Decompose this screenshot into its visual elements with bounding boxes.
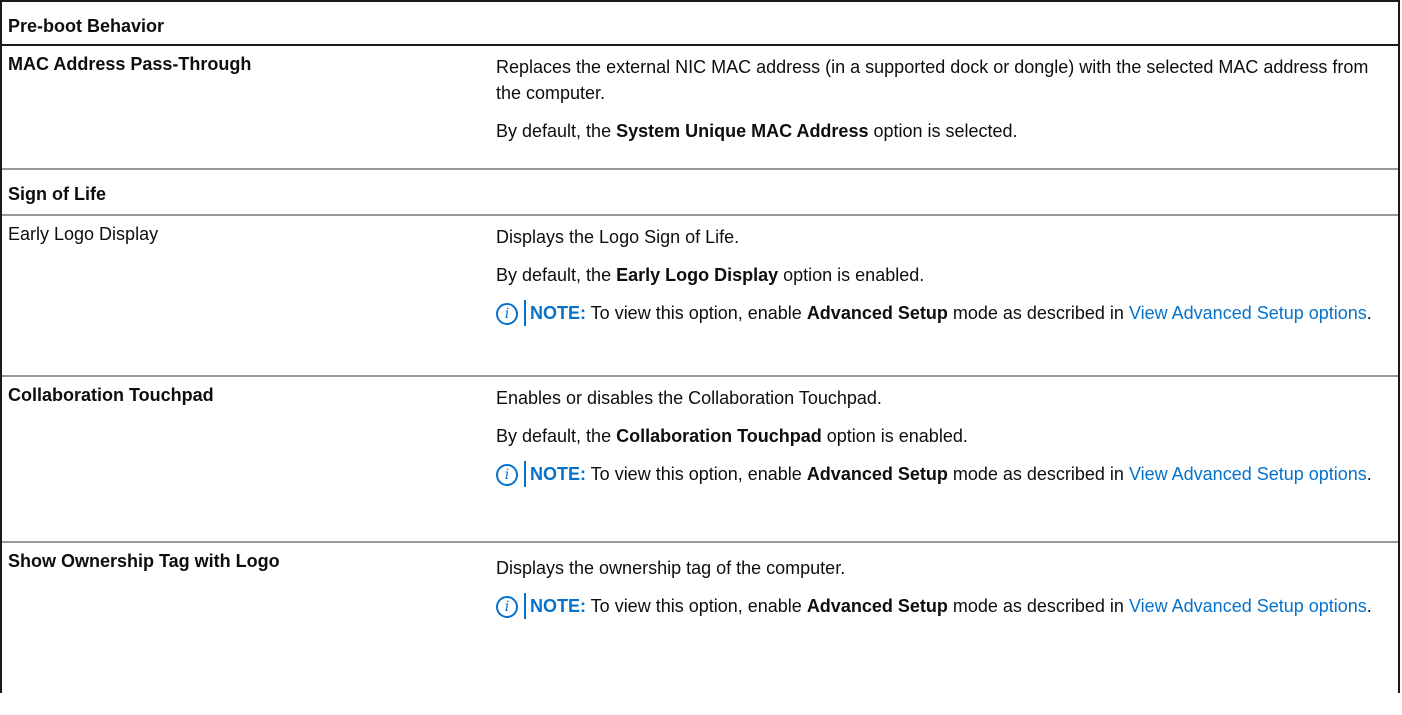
description-text: Displays the Logo Sign of Life. xyxy=(496,227,740,247)
note-text: NOTE: To view this option, enable Advanc… xyxy=(524,593,1372,619)
table-row-early-logo-display: Early Logo Display Displays the Logo Sig… xyxy=(2,216,1398,377)
section-header-sign-of-life: Sign of Life xyxy=(2,170,1398,216)
bios-options-table: Pre-boot Behavior MAC Address Pass-Throu… xyxy=(0,0,1400,693)
description-text: Enables or disables the Collaboration To… xyxy=(496,388,882,408)
option-description: Displays the Logo Sign of Life. By defau… xyxy=(488,216,1398,375)
info-icon: i xyxy=(496,464,518,486)
option-description: Displays the ownership tag of the comput… xyxy=(488,543,1398,693)
section-header-preboot: Pre-boot Behavior xyxy=(2,2,1398,46)
note-text: NOTE: To view this option, enable Advanc… xyxy=(524,300,1372,326)
note-box: i NOTE: To view this option, enable Adva… xyxy=(496,593,1394,619)
option-name: MAC Address Pass-Through xyxy=(8,54,252,74)
option-name: Collaboration Touchpad xyxy=(8,385,214,405)
description-text: Replaces the external NIC MAC address (i… xyxy=(496,57,1369,103)
option-name: Show Ownership Tag with Logo xyxy=(8,551,280,571)
note-text: NOTE: To view this option, enable Advanc… xyxy=(524,461,1372,487)
section-title: Pre-boot Behavior xyxy=(8,16,165,36)
info-icon: i xyxy=(496,303,518,325)
table-row-ownership-tag: Show Ownership Tag with Logo Displays th… xyxy=(2,543,1398,693)
description-text: Displays the ownership tag of the comput… xyxy=(496,558,846,578)
note-box: i NOTE: To view this option, enable Adva… xyxy=(496,461,1394,487)
section-title: Sign of Life xyxy=(8,184,106,204)
table-row-mac-pass-through: MAC Address Pass-Through Replaces the ex… xyxy=(2,46,1398,170)
option-description: Enables or disables the Collaboration To… xyxy=(488,377,1398,541)
note-box: i NOTE: To view this option, enable Adva… xyxy=(496,300,1394,326)
advanced-setup-link[interactable]: View Advanced Setup options xyxy=(1129,596,1367,616)
advanced-setup-link[interactable]: View Advanced Setup options xyxy=(1129,303,1367,323)
advanced-setup-link[interactable]: View Advanced Setup options xyxy=(1129,464,1367,484)
info-icon: i xyxy=(496,596,518,618)
option-description: Replaces the external NIC MAC address (i… xyxy=(488,46,1398,168)
option-name: Early Logo Display xyxy=(8,224,159,244)
default-text: By default, the Early Logo Display optio… xyxy=(496,265,925,285)
default-text: By default, the System Unique MAC Addres… xyxy=(496,121,1018,141)
default-text: By default, the Collaboration Touchpad o… xyxy=(496,426,968,446)
table-row-collaboration-touchpad: Collaboration Touchpad Enables or disabl… xyxy=(2,377,1398,543)
